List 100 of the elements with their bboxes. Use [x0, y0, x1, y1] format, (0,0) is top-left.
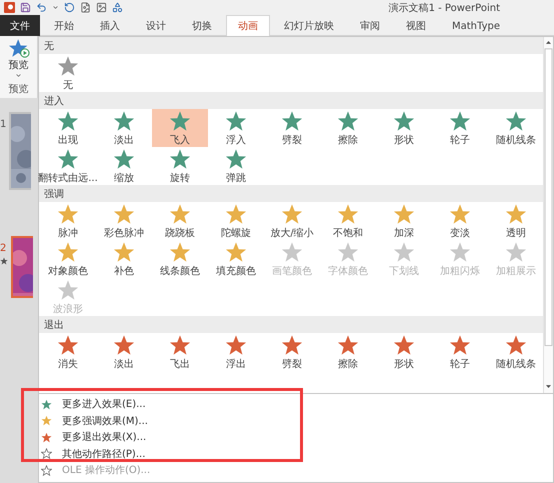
star-icon [505, 240, 527, 262]
effect-item[interactable]: 加深 [376, 202, 432, 240]
effect-item[interactable]: 彩色脉冲 [96, 202, 152, 240]
star-icon [505, 110, 527, 132]
preview-button[interactable]: 预览 [8, 36, 30, 72]
ribbon-tab[interactable]: 审阅 [348, 15, 392, 36]
star-icon [449, 202, 471, 224]
star-icon [57, 148, 79, 170]
effect-item[interactable]: 翻转式由远... [40, 147, 96, 185]
star-icon [57, 334, 79, 356]
section-header: 进入 [39, 92, 543, 109]
ribbon-tab[interactable]: 切换 [180, 15, 224, 36]
star-icon [113, 240, 135, 262]
effect-item[interactable]: 擦除 [320, 333, 376, 371]
star-icon [337, 110, 359, 132]
file-tab[interactable]: 文件 [0, 15, 40, 36]
effect-item[interactable]: 轮子 [432, 109, 488, 147]
star-icon [449, 110, 471, 132]
star-icon [449, 240, 471, 262]
star-icon [281, 240, 303, 262]
effect-item[interactable]: 跷跷板 [152, 202, 208, 240]
ribbon-tab[interactable]: 设计 [134, 15, 178, 36]
redo-icon[interactable] [64, 2, 75, 13]
effect-item[interactable]: 线条颜色 [152, 240, 208, 278]
effect-item[interactable]: 淡出 [96, 109, 152, 147]
effect-item[interactable]: 填充颜色 [208, 240, 264, 278]
effect-item[interactable]: 出现 [40, 109, 96, 147]
ribbon-tab[interactable]: 插入 [88, 15, 132, 36]
caret-icon[interactable] [52, 4, 59, 11]
effect-item[interactable]: 缩放 [96, 147, 152, 185]
effect-item[interactable]: 飞出 [152, 333, 208, 371]
effect-item[interactable]: 随机线条 [488, 109, 544, 147]
menu-item[interactable]: 更多退出效果(X)... [39, 429, 553, 446]
slide-number: 1 [0, 119, 6, 130]
star-icon [281, 334, 303, 356]
slide-number: 2 [0, 243, 6, 254]
effect-item[interactable]: 轮子 [432, 333, 488, 371]
effect-item[interactable]: 补色 [96, 240, 152, 278]
effect-item[interactable]: 不饱和 [320, 202, 376, 240]
star-icon [169, 334, 191, 356]
ribbon-tab[interactable]: 幻灯片放映 [272, 15, 346, 36]
effect-item[interactable]: 形状 [376, 109, 432, 147]
star-icon [57, 240, 79, 262]
star-icon [393, 110, 415, 132]
ribbon-tab[interactable]: 开始 [42, 15, 86, 36]
effect-item[interactable]: 无 [40, 54, 96, 92]
effect-item[interactable]: 劈裂 [264, 333, 320, 371]
star-icon [113, 334, 135, 356]
effect-item[interactable]: 浮出 [208, 333, 264, 371]
menu-item[interactable]: 更多强调效果(M)... [39, 412, 553, 429]
menu-item[interactable]: 更多进入效果(E)... [39, 396, 553, 412]
star-icon [281, 202, 303, 224]
effect-item[interactable]: 透明 [488, 202, 544, 240]
ribbon-tab[interactable]: 视图 [394, 15, 438, 36]
effect-item[interactable]: 脉冲 [40, 202, 96, 240]
star-icon [225, 202, 247, 224]
star-icon [57, 54, 79, 76]
slide-thumbnail[interactable] [11, 236, 33, 298]
star-icon [337, 240, 359, 262]
effect-item[interactable]: 形状 [376, 333, 432, 371]
star-icon [393, 240, 415, 262]
effect-item[interactable]: 随机线条 [488, 333, 544, 371]
effect-item[interactable]: 弹跳 [208, 147, 264, 185]
effect-item[interactable]: 淡出 [96, 333, 152, 371]
star-icon [225, 148, 247, 170]
app-logo-icon [4, 2, 15, 13]
star-outline-icon [41, 448, 52, 460]
caret-icon[interactable] [15, 72, 22, 79]
effect-item[interactable]: 浮入 [208, 109, 264, 147]
image-icon[interactable] [96, 2, 107, 13]
star-icon [57, 110, 79, 132]
star-icon [57, 278, 79, 300]
star-icon [225, 110, 247, 132]
shapes-icon[interactable] [112, 2, 123, 13]
star-icon [169, 202, 191, 224]
effect-item[interactable]: 擦除 [320, 109, 376, 147]
star-icon [169, 240, 191, 262]
section-header: 无 [39, 37, 543, 54]
effect-item[interactable]: 变淡 [432, 202, 488, 240]
effect-item[interactable]: 飞入 [152, 109, 208, 147]
ribbon-tab[interactable]: MathType [440, 15, 512, 36]
section-header: 退出 [39, 316, 543, 333]
star-icon [281, 110, 303, 132]
menu-item[interactable]: 其他动作路径(P)... [39, 446, 553, 462]
ribbon-tab[interactable]: 动画 [226, 15, 270, 36]
effect-item[interactable]: 放大/缩小 [264, 202, 320, 240]
star-icon [505, 334, 527, 356]
save-icon[interactable] [20, 2, 31, 13]
effect-item[interactable]: 对象颜色 [40, 240, 96, 278]
star-icon [225, 334, 247, 356]
effect-item[interactable]: 消失 [40, 333, 96, 371]
effect-item[interactable]: 陀螺旋 [208, 202, 264, 240]
group-label: 预览 [8, 83, 28, 96]
effect-item[interactable]: 劈裂 [264, 109, 320, 147]
undo-icon[interactable] [36, 2, 47, 13]
star-icon [113, 202, 135, 224]
star-icon [225, 240, 247, 262]
slide-icon[interactable] [80, 2, 91, 13]
scrollbar[interactable] [543, 37, 553, 393]
effect-item[interactable]: 旋转 [152, 147, 208, 185]
